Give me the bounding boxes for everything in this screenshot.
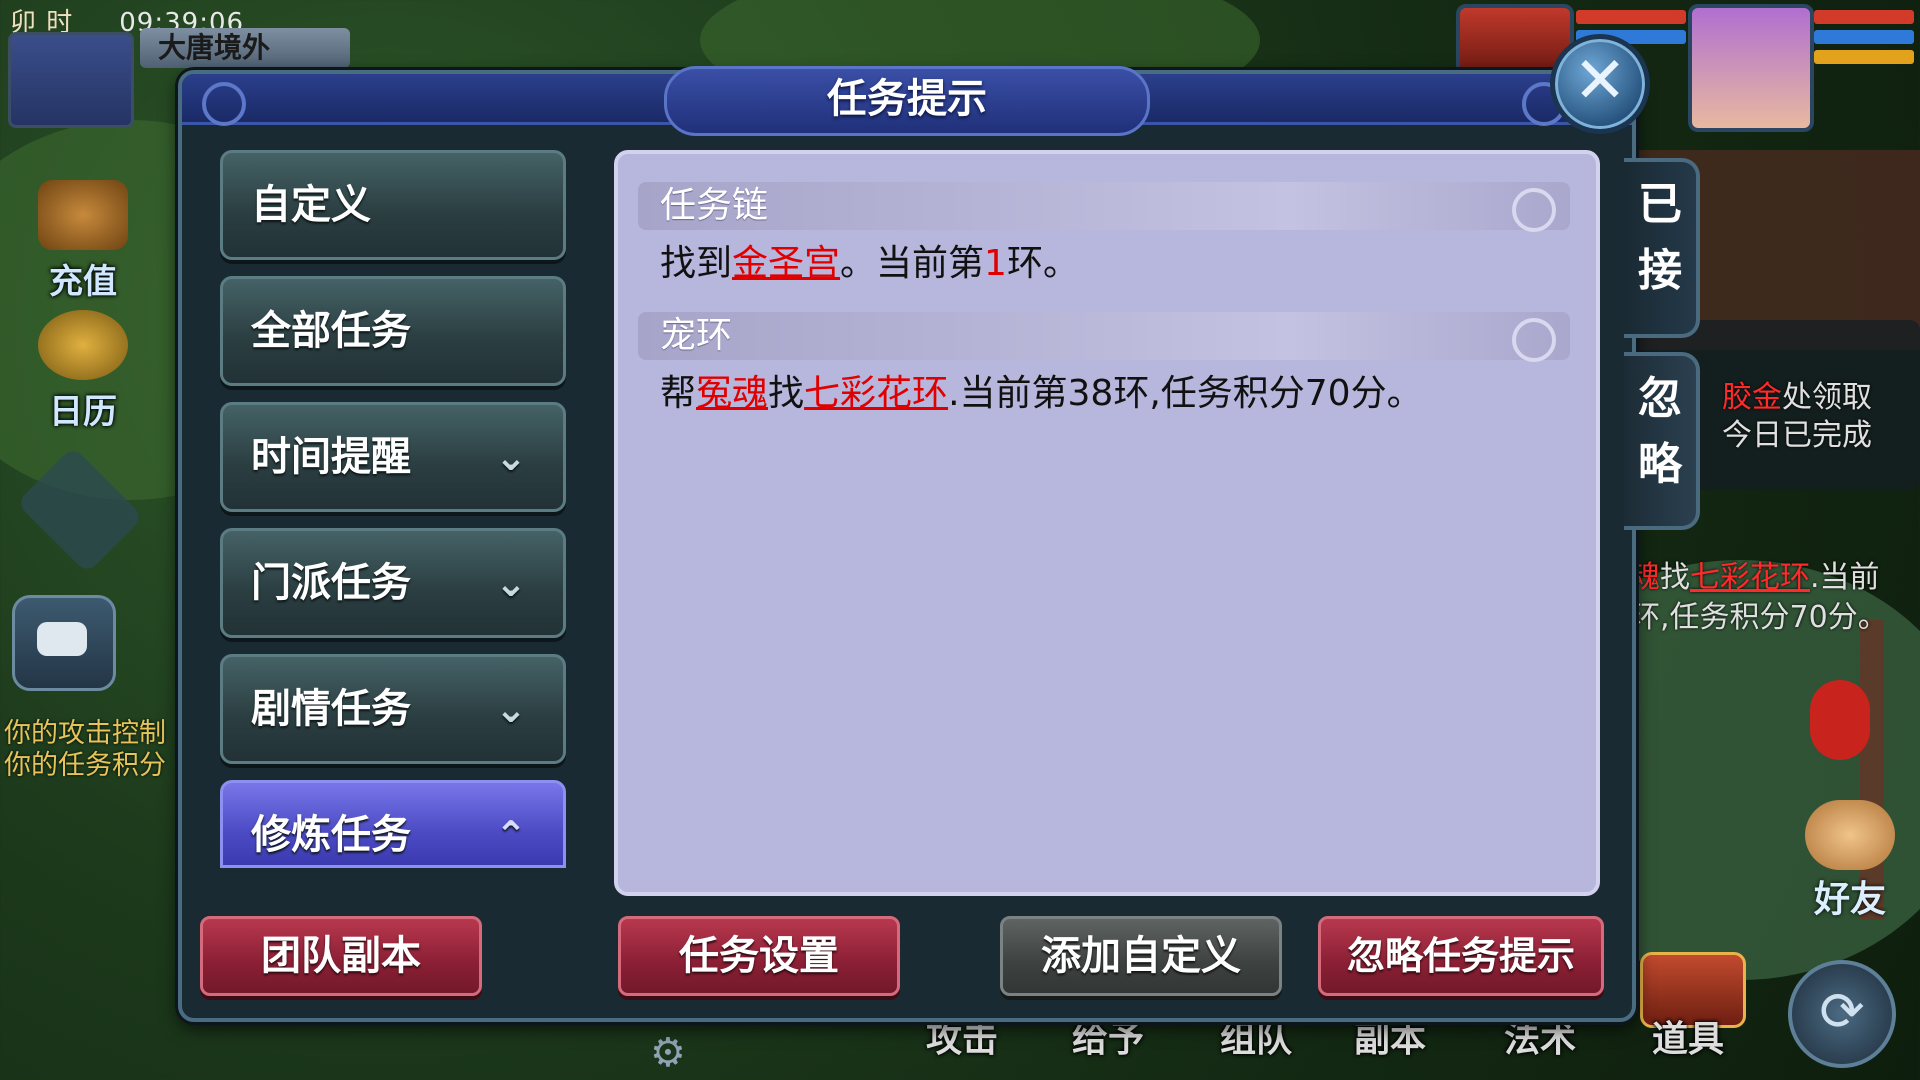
quest-header: 任务链 xyxy=(638,182,1570,232)
calendar-icon xyxy=(38,310,128,380)
close-button[interactable]: ✕ xyxy=(1550,34,1650,134)
menu-item-all-quests[interactable]: 全部任务 xyxy=(220,276,566,386)
treasure-chest-icon xyxy=(38,180,128,250)
tracker-text: .当前 xyxy=(1810,560,1880,595)
item-link[interactable]: 七彩花环 xyxy=(804,373,948,414)
ignore-quest-hint-button[interactable]: 忽略任务提示 xyxy=(1318,916,1604,996)
friend-button[interactable]: 好友 xyxy=(1790,800,1910,922)
desc-text: .当前第38环,任务积分70分。 xyxy=(948,373,1423,414)
chevron-down-icon: ⌄ xyxy=(495,687,527,731)
quest-description: 找到金圣宫。当前第1环。 xyxy=(660,242,1079,286)
tracker-line-2: 今日已完成 xyxy=(1722,418,1872,453)
tab-ignored-label: 忽 略 xyxy=(1638,373,1682,490)
quest-hint-dialog: 任务提示 ✕ 已 接 忽 略 自定义 全部任务 时间提醒 ⌄ 门派任务 ⌄ 剧情… xyxy=(178,34,1700,1022)
gear-icon[interactable]: ⚙ xyxy=(650,1030,686,1076)
close-icon: ✕ xyxy=(1573,44,1627,118)
calendar-label: 日历 xyxy=(49,392,117,432)
menu-item-training-quests[interactable]: 修炼任务 ⌃ xyxy=(220,780,566,868)
player-portrait[interactable] xyxy=(1688,4,1814,132)
swirl-ornament-icon xyxy=(1512,188,1556,232)
calendar-button[interactable]: 日历 xyxy=(28,310,138,433)
tab-accepted-label: 已 接 xyxy=(1638,179,1682,296)
quest-content-pane: 任务链 找到金圣宫。当前第1环。 宠环 帮冤魂找七彩花环.当前第38环,任务积分… xyxy=(614,150,1600,896)
menu-item-label: 全部任务 xyxy=(251,308,411,354)
quest-name: 宠环 xyxy=(660,315,733,356)
dialog-title-text: 任务提示 xyxy=(827,76,987,122)
tab-accepted[interactable]: 已 接 xyxy=(1624,158,1700,338)
chevron-up-icon: ⌃ xyxy=(495,813,527,857)
desc-text: 。当前第 xyxy=(840,243,985,284)
recharge-label: 充值 xyxy=(49,262,117,302)
button-label: 团队副本 xyxy=(261,933,421,979)
dialog-title: 任务提示 xyxy=(664,66,1150,136)
menu-item-label: 剧情任务 xyxy=(251,686,411,732)
npc-link[interactable]: 冤魂 xyxy=(696,373,768,414)
menu-item-custom[interactable]: 自定义 xyxy=(220,150,566,260)
handshake-icon xyxy=(1805,800,1895,870)
desc-text: 帮 xyxy=(660,373,697,414)
tracker-line-3: 魂找七彩花环.当前 xyxy=(1630,552,1880,596)
team-dungeon-button[interactable]: 团队副本 xyxy=(200,916,482,996)
tracker-text: 找 xyxy=(1660,560,1690,595)
recharge-button[interactable]: 充值 xyxy=(28,180,138,303)
player-sp-bar xyxy=(1814,50,1914,64)
menu-item-label: 修炼任务 xyxy=(251,812,411,858)
desc-text: 找到 xyxy=(660,243,733,284)
player-mp-bar xyxy=(1814,30,1914,44)
tab-ignored[interactable]: 忽 略 xyxy=(1624,352,1700,530)
quest-description: 帮冤魂找七彩花环.当前第38环,任务积分70分。 xyxy=(660,372,1423,416)
pet-hp-bar xyxy=(1576,10,1686,24)
quest-name: 任务链 xyxy=(660,185,769,226)
desc-text: 找 xyxy=(768,373,805,414)
chevron-down-icon: ⌄ xyxy=(495,561,527,605)
refresh-icon[interactable]: ⟳ xyxy=(1788,960,1896,1068)
player-hp-bar xyxy=(1814,10,1914,24)
tracker-line-4: 环,任务积分70分。 xyxy=(1630,600,1888,635)
npc-link[interactable]: 金圣宫 xyxy=(732,243,840,284)
friend-label: 好友 xyxy=(1813,879,1886,920)
location-name[interactable]: 大唐境外 xyxy=(140,28,350,68)
menu-item-label: 时间提醒 xyxy=(251,434,411,480)
minimap-thumbnail[interactable] xyxy=(8,32,134,128)
round-number: 1 xyxy=(984,243,1007,284)
game-clock: 卯 时 09:39:06 xyxy=(10,2,350,38)
swirl-ornament-icon xyxy=(1512,318,1556,362)
menu-item-label: 自定义 xyxy=(251,182,371,228)
hud-time-location: 卯 时 09:39:06 大唐境外 xyxy=(0,0,350,128)
menu-item-story-quests[interactable]: 剧情任务 ⌄ xyxy=(220,654,566,764)
system-messages: 你的攻击控制 你的任务积分 xyxy=(4,718,174,782)
desc-text: 环。 xyxy=(1006,243,1079,284)
system-message-line: 你的攻击控制 xyxy=(4,718,166,749)
chat-button[interactable] xyxy=(12,595,116,691)
items-button[interactable]: 道具 xyxy=(1652,1010,1724,1062)
menu-item-time-reminder[interactable]: 时间提醒 ⌄ xyxy=(220,402,566,512)
button-label: 任务设置 xyxy=(679,933,839,979)
button-label: 添加自定义 xyxy=(1041,933,1241,979)
chevron-down-icon: ⌄ xyxy=(495,435,527,479)
tracker-item-link[interactable]: 七彩花环 xyxy=(1690,560,1810,595)
menu-item-sect-quests[interactable]: 门派任务 ⌄ xyxy=(220,528,566,638)
add-custom-button[interactable]: 添加自定义 xyxy=(1000,916,1282,996)
button-label: 忽略任务提示 xyxy=(1346,934,1575,978)
quest-header: 宠环 xyxy=(638,312,1570,362)
system-message-line: 你的任务积分 xyxy=(4,750,166,781)
red-lantern-icon xyxy=(1810,680,1870,760)
scroll-ornament-icon xyxy=(202,82,246,126)
quest-settings-button[interactable]: 任务设置 xyxy=(618,916,900,996)
menu-item-label: 门派任务 xyxy=(251,560,411,606)
